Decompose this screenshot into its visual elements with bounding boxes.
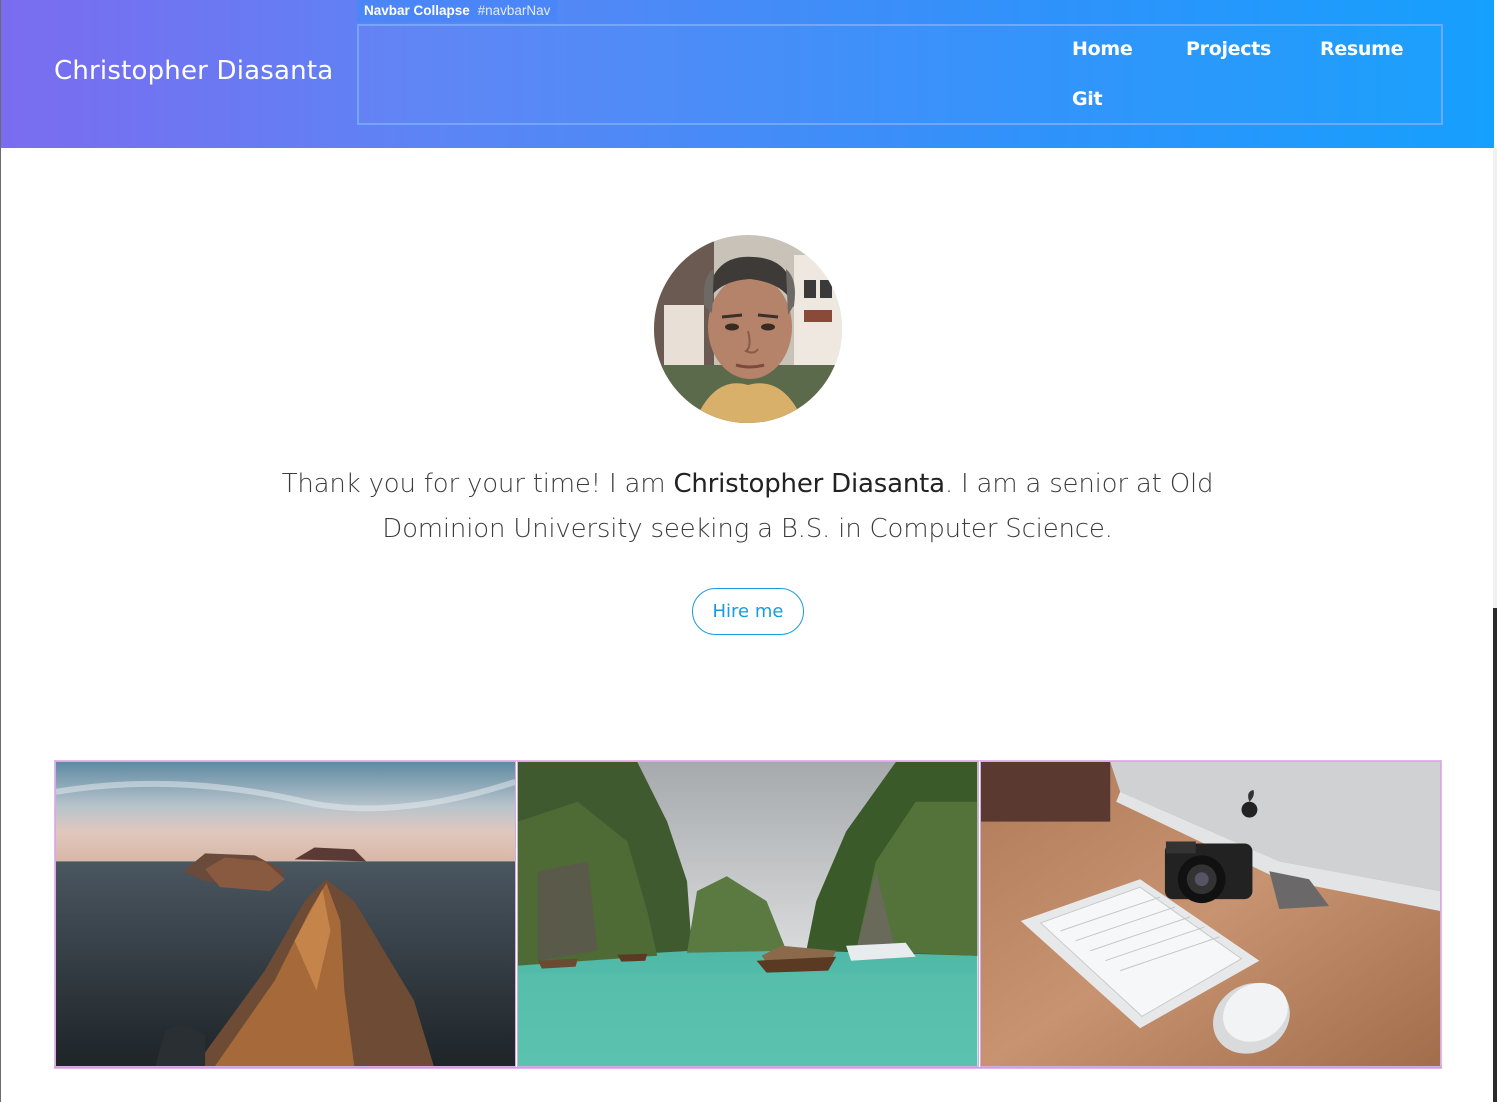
navbar-collapse-highlight bbox=[357, 24, 1443, 125]
lagoon-boats-photo bbox=[517, 761, 979, 1067]
photo-gallery bbox=[54, 760, 1442, 1069]
devtools-inspector-tag: Navbar Collapse #navbarNav bbox=[357, 0, 558, 22]
desk-camera-keyboard-photo bbox=[979, 761, 1441, 1067]
inspector-element-selector: #navbarNav bbox=[477, 3, 551, 18]
nav-link-home[interactable]: Home bbox=[1072, 38, 1133, 60]
brand-link[interactable]: Christopher Diasanta bbox=[54, 56, 333, 86]
nav-link-git[interactable]: Git bbox=[1072, 88, 1103, 110]
profile-avatar bbox=[654, 235, 842, 423]
inspector-element-name: Navbar Collapse bbox=[364, 3, 470, 18]
nav-link-resume[interactable]: Resume bbox=[1320, 38, 1404, 60]
intro-paragraph: Thank you for your time! I am Christophe… bbox=[251, 462, 1244, 552]
coastal-cliffs-photo bbox=[55, 761, 517, 1067]
site-header: Christopher Diasanta Navbar Collapse #na… bbox=[1, 0, 1494, 148]
hire-me-button[interactable]: Hire me bbox=[692, 588, 804, 635]
intro-name: Christopher Diasanta bbox=[673, 469, 945, 499]
scrollbar-thumb[interactable] bbox=[1493, 608, 1497, 1102]
gallery-underline bbox=[54, 1067, 1442, 1068]
intro-text-start: Thank you for your time! I am bbox=[281, 469, 674, 499]
nav-link-projects[interactable]: Projects bbox=[1186, 38, 1271, 60]
